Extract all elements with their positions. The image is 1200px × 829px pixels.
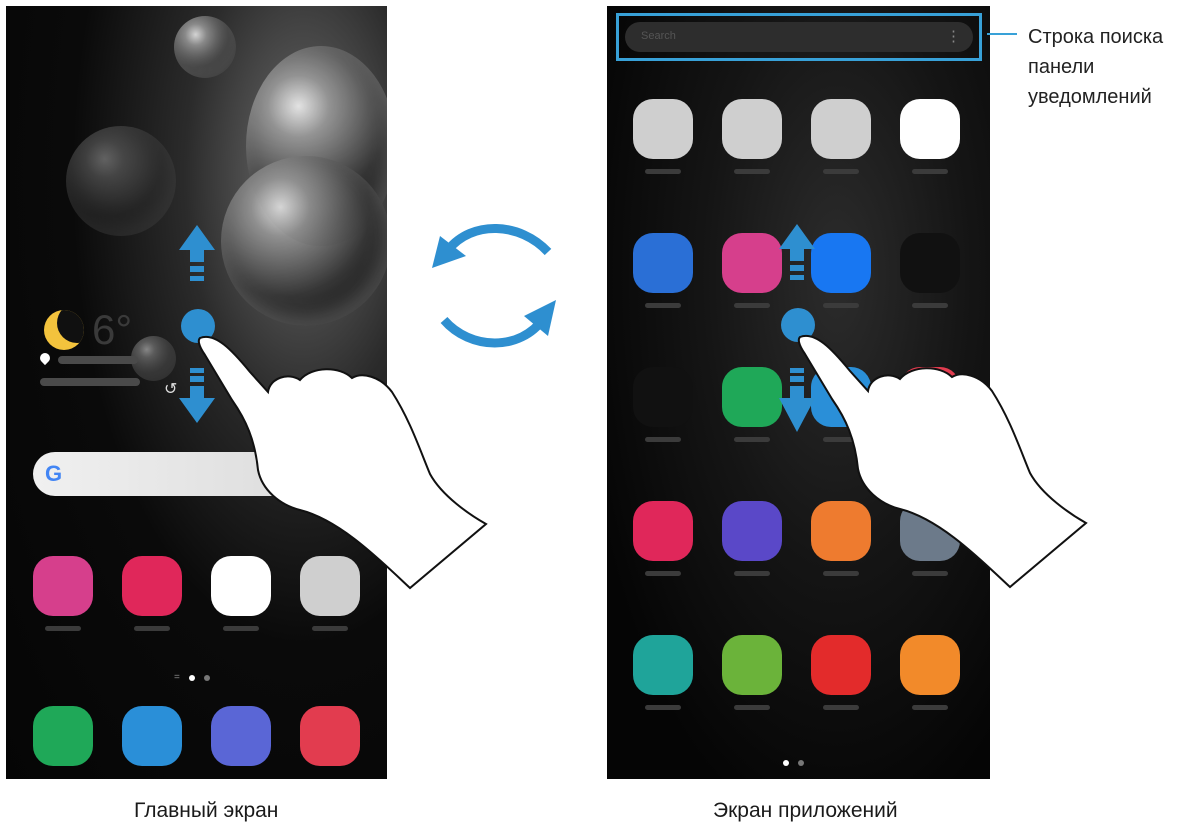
gesture-overlay xyxy=(179,224,1088,590)
hand-illustration xyxy=(197,335,488,590)
callout-leader-line xyxy=(987,33,1017,35)
callout-label: Строка поиска панели уведомлений xyxy=(1028,22,1198,112)
home-swipe-arrows xyxy=(179,225,215,423)
rotate-arrow-bottom xyxy=(440,315,548,348)
callout-line-3: уведомлений xyxy=(1028,86,1152,108)
apps-swipe-arrows xyxy=(779,224,815,432)
callout-line-1: Строка поиска xyxy=(1028,26,1164,48)
rotate-arrow-top xyxy=(444,224,552,256)
home-screen-caption: Главный экран xyxy=(134,799,279,822)
apps-screen-caption: Экран приложений xyxy=(713,799,898,822)
hand-illustration xyxy=(797,334,1088,589)
callout-line-2: панели xyxy=(1028,56,1095,78)
